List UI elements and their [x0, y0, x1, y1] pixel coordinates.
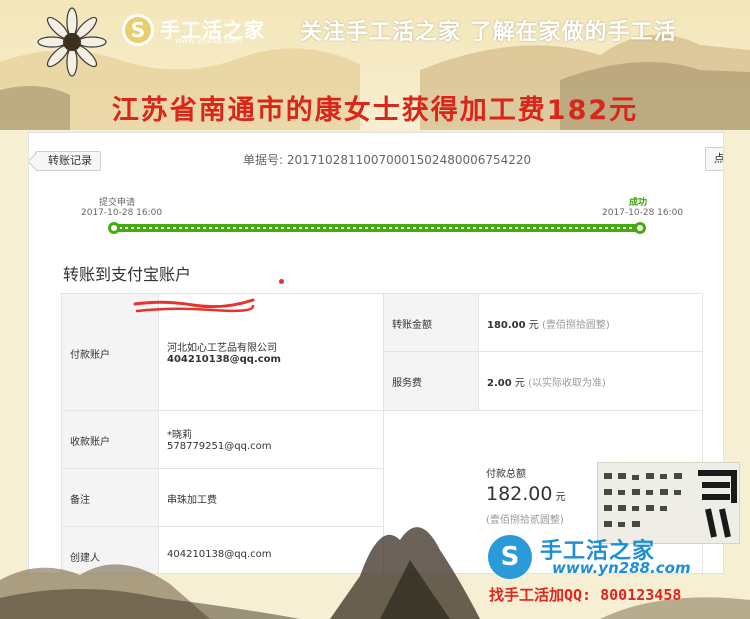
amount-unit: 元 — [528, 320, 539, 331]
site-logo-bottom-icon: S — [488, 535, 532, 579]
step-submit-time: 2017-10-28 16:00 — [81, 208, 163, 218]
payer-company: 河北如心工艺品有限公司 — [167, 343, 277, 354]
print-button[interactable]: 点 — [705, 147, 723, 171]
progress-dashes — [119, 227, 635, 229]
payer-email: 404210138@qq.com — [167, 354, 281, 365]
calligraphy-photo — [597, 462, 740, 544]
redaction-scribble — [133, 298, 255, 313]
step-start-dot — [108, 222, 120, 234]
fee-note: (以实际收取为准) — [528, 378, 606, 389]
amount-value-cell: 180.00 元 (壹佰捌拾圆整) — [478, 293, 703, 352]
payee-label-cell: 收款账户 — [61, 410, 159, 469]
amount-label: 转账金额 — [392, 320, 432, 331]
fee-unit: 元 — [514, 378, 525, 389]
receipt-value: 20171028110070001502480006754220 — [286, 153, 532, 167]
calligraphy-glyphs — [604, 470, 737, 538]
payee-account: 578779251@qq.com — [167, 441, 272, 452]
payer-label: 付款账户 — [70, 350, 110, 361]
amount-value: 180.00 — [487, 320, 526, 331]
site-url-bottom[interactable]: www.yn288.com — [552, 559, 691, 577]
site-url-top: www.yn288.com — [175, 36, 242, 45]
transfer-records-button[interactable]: 转账记录 — [35, 151, 101, 171]
fee-label-cell: 服务费 — [383, 351, 479, 411]
payee-value-cell: *晓莉 578779251@qq.com — [158, 410, 384, 469]
site-logo-icon: S — [122, 14, 154, 46]
payee-name: *晓莉 — [167, 430, 192, 441]
step-success-label: 成功 — [629, 198, 648, 208]
chrysanthemum-icon — [37, 7, 107, 77]
payee-label: 收款账户 — [70, 437, 110, 448]
amount-words: (壹佰捌拾圆整) — [541, 320, 610, 331]
contact-qq: 找手工活加QQ: 800123458 — [489, 586, 682, 604]
step-end-dot — [634, 222, 646, 234]
receipt-number: 单据号: 20171028110070001502480006754220 — [243, 151, 531, 168]
step-submit-label: 提交申请 — [99, 198, 136, 208]
red-marker-dot — [279, 279, 284, 284]
fee-label: 服务费 — [392, 378, 422, 389]
step-success-time: 2017-10-28 16:00 — [602, 208, 684, 218]
amount-label-cell: 转账金额 — [383, 293, 479, 352]
receipt-label: 单据号: — [243, 153, 284, 167]
fee-value-cell: 2.00 元 (以实际收取为准) — [478, 351, 703, 411]
total-label: 付款总额 — [486, 469, 526, 480]
banner-slogan: 关注手工活之家 了解在家做的手工活 — [300, 19, 677, 45]
fee-value: 2.00 — [487, 378, 512, 389]
page-headline: 江苏省南通市的康女士获得加工费182元 — [111, 95, 639, 126]
section-title: 转账到支付宝账户 — [63, 265, 192, 284]
